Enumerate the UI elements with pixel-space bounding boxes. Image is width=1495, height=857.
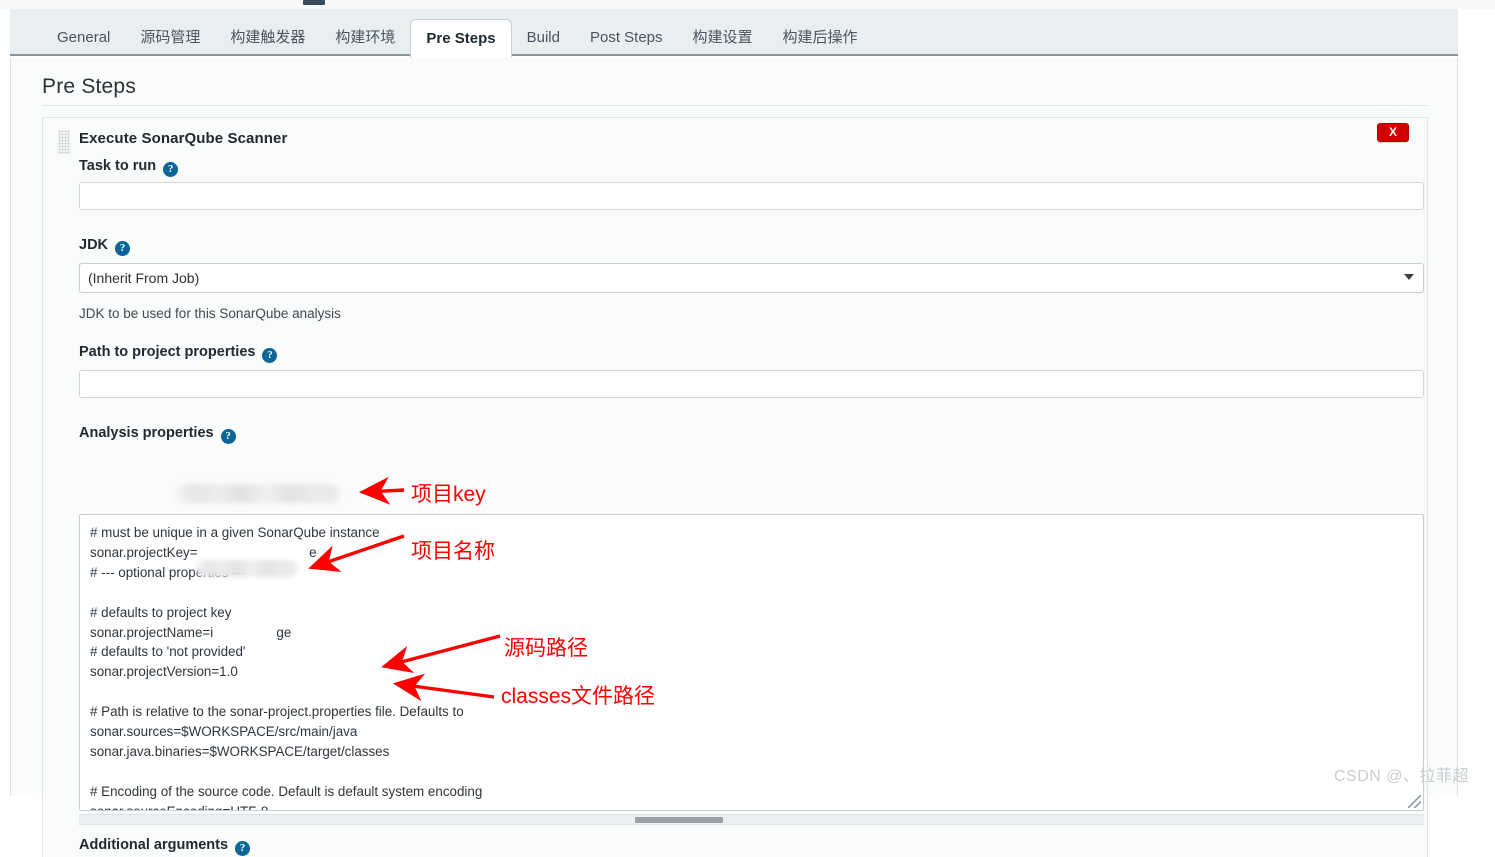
label-jdk-text: JDK xyxy=(79,237,109,253)
help-icon-task-to-run[interactable]: ? xyxy=(163,162,179,177)
tab-build-triggers[interactable]: 构建触发器 xyxy=(215,19,320,56)
drag-handle-icon[interactable] xyxy=(58,130,70,154)
page-title: Pre Steps xyxy=(42,75,137,98)
analysis-properties-textarea[interactable]: # must be unique in a given SonarQube in… xyxy=(79,514,1424,811)
csdn-watermark: CSDN @、拉菲超 xyxy=(1333,768,1469,785)
tab-scm[interactable]: 源码管理 xyxy=(125,19,215,56)
redaction-project-key xyxy=(176,484,339,503)
config-tab-bar: General 源码管理 构建触发器 构建环境 Pre Steps Build … xyxy=(10,9,1458,58)
tab-general[interactable]: General xyxy=(42,19,125,56)
title-divider xyxy=(42,105,1428,106)
remove-builder-button[interactable]: X xyxy=(1377,123,1409,142)
analysis-properties-wrapper: # must be unique in a given SonarQube in… xyxy=(79,514,1424,825)
top-strip xyxy=(0,0,1495,9)
builder-title: Execute SonarQube Scanner xyxy=(79,130,288,147)
page-root: General 源码管理 构建触发器 构建环境 Pre Steps Build … xyxy=(0,0,1495,857)
task-to-run-input[interactable] xyxy=(79,182,1424,210)
label-analysis-properties-text: Analysis properties xyxy=(79,425,214,441)
path-to-project-properties-input[interactable] xyxy=(79,370,1424,398)
label-path-to-project-properties-text: Path to project properties xyxy=(79,344,256,360)
jdk-select-wrapper: (Inherit From Job) xyxy=(79,263,1424,293)
top-partial-element xyxy=(303,0,325,5)
label-analysis-properties: Analysis properties? xyxy=(79,425,236,444)
label-additional-arguments-text: Additional arguments xyxy=(79,837,229,853)
config-body: Pre Steps Execute SonarQube Scanner X Ta… xyxy=(10,58,1458,857)
label-additional-arguments: Additional arguments? xyxy=(79,837,251,856)
help-icon-path-to-project-properties[interactable]: ? xyxy=(262,348,278,363)
textarea-horizontal-scrollbar[interactable] xyxy=(79,814,1424,825)
label-task-to-run: Task to run? xyxy=(79,158,179,177)
label-path-to-project-properties: Path to project properties? xyxy=(79,344,278,363)
label-task-to-run-text: Task to run xyxy=(79,158,157,174)
label-jdk: JDK? xyxy=(79,237,131,256)
redaction-project-name xyxy=(196,560,297,577)
tab-build[interactable]: Build xyxy=(512,19,575,56)
help-icon-jdk[interactable]: ? xyxy=(115,241,131,256)
tab-list: General 源码管理 构建触发器 构建环境 Pre Steps Build … xyxy=(42,17,873,58)
tab-build-env[interactable]: 构建环境 xyxy=(320,19,410,56)
tab-build-settings[interactable]: 构建设置 xyxy=(678,19,768,56)
tab-pre-steps[interactable]: Pre Steps xyxy=(410,19,512,58)
jdk-help-text: JDK to be used for this SonarQube analys… xyxy=(79,306,341,321)
help-icon-additional-arguments[interactable]: ? xyxy=(235,841,251,856)
scrollbar-thumb[interactable] xyxy=(635,817,723,823)
help-icon-analysis-properties[interactable]: ? xyxy=(220,429,236,444)
jdk-select[interactable]: (Inherit From Job) xyxy=(79,263,1424,293)
tab-post-steps[interactable]: Post Steps xyxy=(575,19,678,56)
tab-post-actions[interactable]: 构建后操作 xyxy=(768,19,873,56)
